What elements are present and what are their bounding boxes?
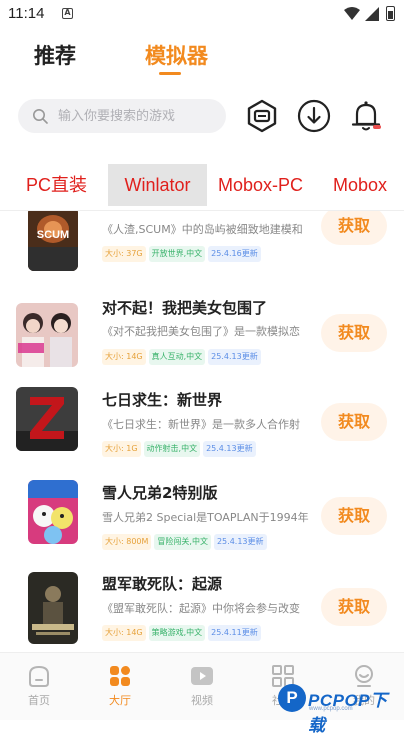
- emulator-chip-icon[interactable]: [244, 98, 280, 134]
- game-title[interactable]: 对不起！我把美女包围了: [102, 297, 267, 318]
- game-title[interactable]: 七日求生：新世界: [102, 389, 222, 410]
- size-badge: 大小: 37G: [102, 246, 146, 262]
- notification-badge-icon: A: [62, 8, 73, 19]
- game-title[interactable]: 雪人兄弟2特别版: [102, 482, 217, 503]
- wifi-icon: [344, 7, 360, 20]
- nav-hall[interactable]: 大厅: [90, 663, 150, 708]
- get-button[interactable]: 获取: [321, 588, 387, 626]
- category-badge: 真人互动,中文: [148, 349, 206, 365]
- nav-home[interactable]: 首页: [9, 663, 69, 708]
- category-tab-mobox[interactable]: Mobox: [333, 164, 387, 206]
- hall-icon: [110, 666, 130, 686]
- size-badge: 大小: 14G: [102, 349, 146, 365]
- update-date-badge: 25.4.13更新: [208, 349, 261, 365]
- game-tags: 大小: 800M 冒险闯关,中文 25.4.13更新: [102, 534, 270, 550]
- home-icon: [29, 665, 49, 687]
- game-list[interactable]: SCUM 人渣 《人渣,SCUM》中的岛屿被细致地建模和 大小: 37G开放世界…: [0, 211, 404, 652]
- category-badge: 策略游戏,中文: [148, 625, 206, 641]
- game-thumbnail: [16, 387, 78, 451]
- nav-label: 大厅: [109, 694, 131, 707]
- get-button[interactable]: 获取: [321, 211, 387, 245]
- game-thumbnail: SCUM: [28, 211, 78, 271]
- get-button[interactable]: 获取: [321, 314, 387, 352]
- game-description: 《对不起我把美女包围了》是一款模拟恋: [102, 325, 300, 338]
- size-badge: 大小: 800M: [102, 534, 152, 550]
- update-date-badge: 25.4.13更新: [203, 441, 256, 457]
- size-badge: 大小: 14G: [102, 625, 146, 641]
- category-tab-winlator[interactable]: Winlator: [108, 164, 207, 206]
- get-button[interactable]: 获取: [321, 403, 387, 441]
- game-thumbnail-label: SCUM: [36, 229, 70, 241]
- game-thumbnail: [28, 480, 78, 544]
- game-thumbnail: [28, 572, 78, 644]
- watermark-logo-icon: P: [278, 684, 306, 712]
- game-tags: 大小: 14G 真人互动,中文 25.4.13更新: [102, 349, 264, 365]
- top-tabs: 推荐 模拟器: [0, 36, 404, 76]
- update-date-badge: 25.4.13更新: [213, 534, 267, 550]
- search-bar[interactable]: [18, 99, 226, 133]
- category-tab-pc-direct[interactable]: PC直装: [26, 164, 87, 206]
- game-description: 《人渣,SCUM》中的岛屿被细致地建模和: [102, 223, 303, 236]
- watermark-subtext: www.pcpop.com: [309, 706, 353, 712]
- category-badge: 冒险闯关,中文: [154, 534, 211, 550]
- watermark: P PCPOP下载 www.pcpop.com: [276, 684, 404, 735]
- list-item[interactable]: SCUM 人渣 《人渣,SCUM》中的岛屿被细致地建模和 大小: 37G开放世界…: [0, 211, 404, 285]
- category-tabs: PC直装 Winlator Mobox-PC Mobox: [0, 164, 404, 206]
- game-description: 雪人兄弟2 Special是TOAPLAN于1994年: [102, 511, 309, 524]
- list-item[interactable]: 七日求生：新世界 《七日求生：新世界》是一款多人合作射 大小: 1G 动作射击,中…: [0, 383, 404, 473]
- battery-icon: [386, 6, 395, 21]
- notification-bell-icon[interactable]: [348, 98, 384, 134]
- search-icon: [33, 109, 48, 124]
- search-input[interactable]: [58, 99, 218, 133]
- game-tags: 大小: 1G 动作射击,中文 25.4.13更新: [102, 441, 259, 457]
- game-title[interactable]: 盟军敢死队：起源: [102, 573, 222, 594]
- list-item[interactable]: 盟军敢死队：起源 《盟军敢死队：起源》中你将会参与改变 大小: 14G 策略游戏,…: [0, 567, 404, 652]
- tab-recommend[interactable]: 推荐: [34, 40, 76, 70]
- status-time: 11:14: [8, 5, 45, 22]
- game-description: 《七日求生：新世界》是一款多人合作射: [102, 418, 300, 431]
- size-badge: 大小: 1G: [102, 441, 141, 457]
- update-date-badge: 25.4.11更新: [208, 625, 261, 641]
- category-badge: 动作射击,中文: [143, 441, 201, 457]
- game-tags: 大小: 37G 开放世界,中文 25.4.16更新: [102, 246, 264, 262]
- nav-video[interactable]: 视频: [172, 663, 232, 708]
- status-bar: 11:14 A: [0, 0, 404, 28]
- list-item[interactable]: 对不起！我把美女包围了 《对不起我把美女包围了》是一款模拟恋 大小: 14G 真人…: [0, 291, 404, 381]
- signal-icon: [365, 7, 379, 21]
- game-tags: 大小: 14G 策略游戏,中文 25.4.11更新: [102, 625, 264, 641]
- game-thumbnail: [16, 303, 78, 367]
- get-button[interactable]: 获取: [321, 497, 387, 535]
- active-tab-indicator: [159, 72, 181, 75]
- category-badge: 开放世界,中文: [148, 246, 206, 262]
- game-description: 《盟军敢死队：起源》中你将会参与改变: [102, 602, 300, 615]
- tab-emulator[interactable]: 模拟器: [145, 40, 208, 70]
- update-date-badge: 25.4.16更新: [208, 246, 261, 262]
- game-title[interactable]: 人渣: [102, 211, 132, 214]
- video-icon: [191, 667, 213, 685]
- list-item[interactable]: 雪人兄弟2特别版 雪人兄弟2 Special是TOAPLAN于1994年 大小:…: [0, 476, 404, 566]
- download-icon[interactable]: [296, 98, 332, 134]
- nav-label: 视频: [191, 694, 213, 707]
- nav-label: 首页: [28, 694, 50, 707]
- category-tab-mobox-pc[interactable]: Mobox-PC: [218, 164, 303, 206]
